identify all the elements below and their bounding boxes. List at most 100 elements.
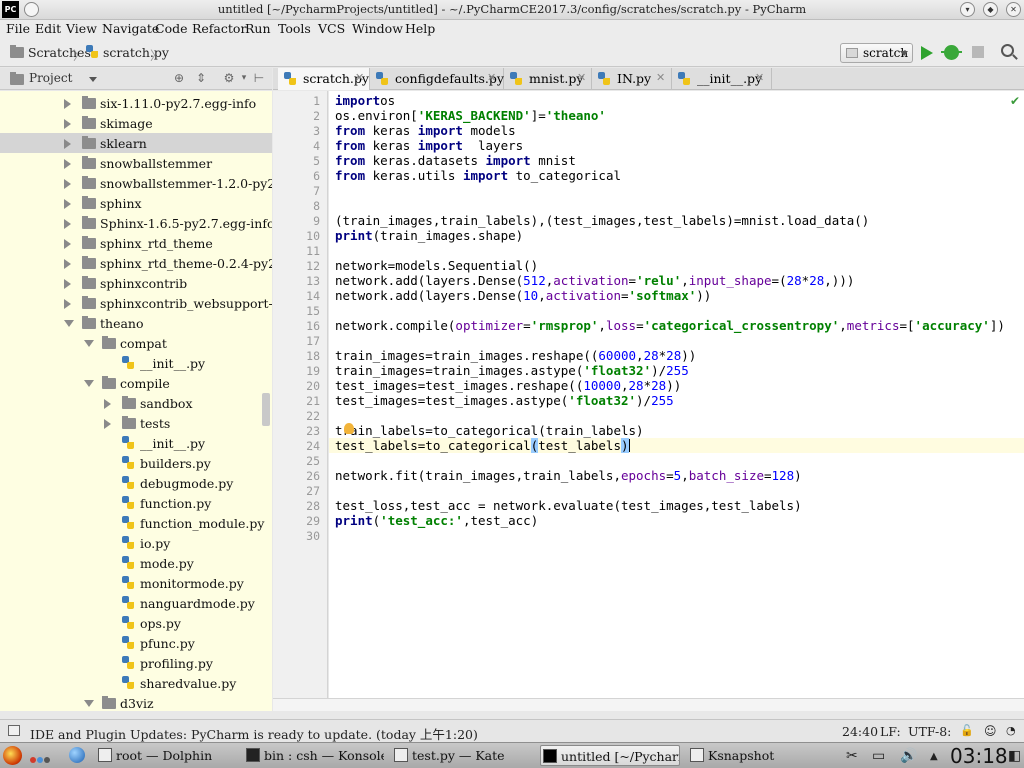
task-dolphin[interactable]: root — Dolphin bbox=[96, 745, 236, 766]
tree-item[interactable]: function.py bbox=[0, 493, 272, 513]
debug-bug-icon[interactable] bbox=[941, 45, 962, 60]
menu-vcs[interactable]: VCS bbox=[318, 21, 345, 36]
line-number[interactable]: 3 bbox=[273, 124, 320, 138]
collapse-arrow-icon[interactable] bbox=[64, 159, 71, 169]
code-line[interactable]: print(train_images.shape) bbox=[335, 228, 523, 243]
line-number[interactable]: 8 bbox=[273, 199, 320, 213]
code-line[interactable]: test_loss,test_acc = network.evaluate(te… bbox=[335, 498, 802, 513]
volume-icon[interactable]: 🔊 bbox=[900, 748, 917, 764]
line-number[interactable]: 22 bbox=[273, 409, 320, 423]
taskbar-clock[interactable]: 03:18 bbox=[950, 744, 1008, 768]
collapse-arrow-icon[interactable] bbox=[64, 119, 71, 129]
tree-item[interactable]: sharedvalue.py bbox=[0, 673, 272, 693]
tree-item[interactable]: compat bbox=[0, 333, 272, 353]
line-number[interactable]: 9 bbox=[273, 214, 320, 228]
line-number[interactable]: 24 bbox=[273, 439, 320, 453]
code-line[interactable]: network.add(layers.Dense(10,activation='… bbox=[335, 288, 711, 303]
menu-tools[interactable]: Tools bbox=[278, 21, 311, 36]
line-number[interactable]: 30 bbox=[273, 529, 320, 543]
line-number[interactable]: 6 bbox=[273, 169, 320, 183]
collapse-arrow-icon[interactable] bbox=[64, 239, 71, 249]
line-number[interactable]: 17 bbox=[273, 334, 320, 348]
code-line[interactable]: train_images=train_images.reshape((60000… bbox=[335, 348, 696, 363]
tool-windows-toggle-icon[interactable] bbox=[8, 725, 20, 736]
tree-item[interactable]: nanguardmode.py bbox=[0, 593, 272, 613]
menu-file[interactable]: File bbox=[6, 21, 30, 36]
tree-item[interactable]: __init__.py bbox=[0, 433, 272, 453]
tree-item[interactable]: pfunc.py bbox=[0, 633, 272, 653]
tree-item[interactable]: __init__.py bbox=[0, 353, 272, 373]
code-line[interactable]: (train_images,train_labels),(test_images… bbox=[335, 213, 869, 228]
code-line[interactable]: os.environ['KERAS_BACKEND']='theano' bbox=[335, 108, 606, 123]
tree-item[interactable]: profiling.py bbox=[0, 653, 272, 673]
browser-globe-icon[interactable] bbox=[69, 747, 85, 763]
tree-item[interactable]: skimage bbox=[0, 113, 272, 133]
intention-lightbulb-icon[interactable] bbox=[344, 423, 354, 434]
line-number[interactable]: 20 bbox=[273, 379, 320, 393]
menu-refactor[interactable]: Refactor bbox=[192, 21, 246, 36]
code-line[interactable]: train_labels=to_categorical(train_labels… bbox=[335, 423, 644, 438]
tree-item[interactable]: compile bbox=[0, 373, 272, 393]
collapse-arrow-icon[interactable] bbox=[64, 299, 71, 309]
application-launcher-icon[interactable] bbox=[3, 746, 22, 765]
tree-item[interactable]: sandbox bbox=[0, 393, 272, 413]
locate-file-icon[interactable]: ⊕ bbox=[172, 71, 186, 85]
tree-item[interactable]: d3viz bbox=[0, 693, 272, 711]
close-tab-icon[interactable]: ✕ bbox=[656, 71, 665, 84]
menu-window[interactable]: Window bbox=[352, 21, 403, 36]
tree-item[interactable]: tests bbox=[0, 413, 272, 433]
close-icon[interactable]: ✕ bbox=[1006, 2, 1021, 17]
tree-item[interactable]: six-1.11.0-py2.7.egg-info bbox=[0, 93, 272, 113]
line-number[interactable]: 16 bbox=[273, 319, 320, 333]
stop-icon[interactable] bbox=[972, 46, 984, 58]
line-number[interactable]: 18 bbox=[273, 349, 320, 363]
search-everywhere-icon[interactable] bbox=[1001, 44, 1014, 57]
line-number[interactable]: 1 bbox=[273, 94, 320, 108]
collapse-arrow-icon[interactable] bbox=[104, 419, 111, 429]
code-line[interactable]: importos bbox=[335, 93, 395, 108]
settings-gear-icon[interactable]: ⚙ bbox=[222, 71, 236, 85]
line-number[interactable]: 27 bbox=[273, 484, 320, 498]
code-line[interactable]: print('test_acc:',test_acc) bbox=[335, 513, 538, 528]
line-number[interactable]: 10 bbox=[273, 229, 320, 243]
tree-item[interactable]: sphinxcontrib bbox=[0, 273, 272, 293]
inspector-face-icon[interactable]: ☺ bbox=[984, 724, 997, 738]
menu-view[interactable]: View bbox=[66, 21, 97, 36]
collapse-arrow-icon[interactable] bbox=[64, 259, 71, 269]
line-number[interactable]: 26 bbox=[273, 469, 320, 483]
tab-configdefaults-py[interactable]: configdefaults.py ✕ bbox=[370, 68, 504, 90]
expand-arrow-icon[interactable] bbox=[64, 320, 74, 327]
code-line[interactable]: from keras.utils import to_categorical bbox=[335, 168, 621, 183]
project-view-dropdown-icon[interactable] bbox=[89, 77, 97, 82]
menu-run[interactable]: Run bbox=[245, 21, 271, 36]
collapse-arrow-icon[interactable] bbox=[64, 139, 71, 149]
tree-item[interactable]: io.py bbox=[0, 533, 272, 553]
minimize-icon[interactable]: ▾ bbox=[960, 2, 975, 17]
task-konsole[interactable]: bin : csh — Konsole bbox=[244, 745, 384, 766]
tab-scratch-py[interactable]: scratch.py ✕ bbox=[278, 68, 370, 90]
tree-item[interactable]: function_module.py bbox=[0, 513, 272, 533]
tree-item[interactable]: theano bbox=[0, 313, 272, 333]
event-log-icon[interactable]: ◔ bbox=[1006, 724, 1016, 737]
status-message[interactable]: IDE and Plugin Updates: PyCharm is ready… bbox=[30, 724, 478, 743]
run-configuration-dropdown[interactable]: scratch bbox=[840, 43, 913, 63]
line-number[interactable]: 23 bbox=[273, 424, 320, 438]
menu-code[interactable]: Code bbox=[155, 21, 188, 36]
tree-item[interactable]: sphinx_rtd_theme-0.2.4-py2.7.egg-info bbox=[0, 253, 272, 273]
tree-item[interactable]: monitormode.py bbox=[0, 573, 272, 593]
line-number[interactable]: 25 bbox=[273, 454, 320, 468]
code-line[interactable]: network=models.Sequential() bbox=[335, 258, 538, 273]
code-line[interactable]: from keras import models bbox=[335, 123, 516, 138]
close-tab-icon[interactable]: ✕ bbox=[487, 71, 496, 84]
code-line[interactable]: network.compile(optimizer='rmsprop',loss… bbox=[335, 318, 1005, 333]
expand-arrow-icon[interactable] bbox=[84, 700, 94, 707]
tree-item[interactable]: sklearn bbox=[0, 133, 272, 153]
tree-item[interactable]: snowballstemmer bbox=[0, 153, 272, 173]
line-number[interactable]: 12 bbox=[273, 259, 320, 273]
tree-item[interactable]: mode.py bbox=[0, 553, 272, 573]
code-line[interactable]: train_images=train_images.astype('float3… bbox=[335, 363, 689, 378]
expand-arrow-icon[interactable] bbox=[84, 380, 94, 387]
network-icon[interactable]: ◧ bbox=[1008, 748, 1021, 764]
tab-init-py[interactable]: __init__.py ✕ bbox=[672, 68, 772, 90]
tab-in-py[interactable]: IN.py ✕ bbox=[592, 68, 672, 90]
